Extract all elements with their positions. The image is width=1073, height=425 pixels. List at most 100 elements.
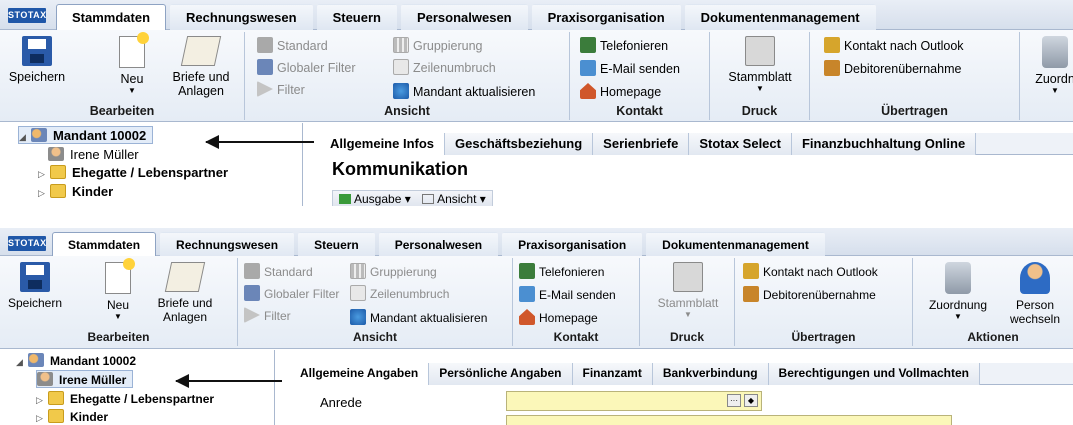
tab-stotax-select[interactable]: Stotax Select (689, 133, 792, 155)
group-aktionen: Zuordnung ▼ Person wechseln Aktionen (913, 258, 1073, 346)
printer-icon (673, 262, 703, 292)
outlook-button[interactable]: Kontakt nach Outlook (743, 262, 878, 282)
global-filter-button[interactable]: Globaler Filter (244, 284, 339, 304)
expand-arrow-icon[interactable]: ▷ (36, 391, 48, 409)
homepage-button[interactable]: Homepage (519, 308, 598, 328)
phone-button[interactable]: Telefonieren (580, 36, 668, 56)
new-button[interactable]: Neu ▼ (98, 258, 138, 322)
client-group-icon (31, 128, 47, 142)
salutation-field[interactable]: ··· ◆ (506, 391, 762, 411)
tab-stammdaten[interactable]: Stammdaten (56, 4, 167, 31)
zuordnung-button[interactable]: Zuordn ▼ (1030, 36, 1073, 96)
outlook-button[interactable]: Kontakt nach Outlook (824, 36, 964, 56)
refresh-client-button[interactable]: Mandant aktualisieren (350, 308, 487, 328)
global-filter-button[interactable]: Globaler Filter (257, 58, 356, 78)
ribbon: Speichern Neu ▼ Briefe und Anlagen Bearb… (0, 30, 1073, 122)
expand-arrow-icon[interactable]: ▷ (38, 165, 50, 183)
tab-rechnungswesen[interactable]: Rechnungswesen (170, 4, 313, 30)
filter-button[interactable]: Filter (244, 306, 291, 326)
line-wrap-button[interactable]: Zeilenumbruch (350, 284, 449, 304)
folder-icon (50, 184, 66, 198)
tree-item-client[interactable]: ◢ Mandant 10002 (16, 352, 136, 370)
group-label-bearbeiten: Bearbeiten (87, 330, 150, 344)
group-label-ansicht: Ansicht (352, 330, 397, 344)
grouping-button[interactable]: Gruppierung (350, 262, 437, 282)
tab-personalwesen[interactable]: Personalwesen (378, 232, 499, 258)
tab-persoenliche-angaben[interactable]: Persönliche Angaben (429, 363, 573, 385)
tab-serienbriefe[interactable]: Serienbriefe (593, 133, 690, 155)
stammblatt-button[interactable]: Stammblatt ▼ (722, 36, 798, 94)
home-icon (519, 309, 535, 325)
tree-item-person[interactable]: Irene Müller (36, 370, 134, 388)
tab-berechtigungen[interactable]: Berechtigungen und Vollmachten (768, 363, 980, 385)
switch-person-button[interactable]: Person wechseln (1005, 262, 1065, 326)
email-label: E-Mail senden (539, 288, 616, 302)
tab-allgemeine-angaben[interactable]: Allgemeine Angaben (290, 363, 430, 385)
email-icon (580, 60, 596, 76)
zuordnung-button[interactable]: Zuordnung ▼ (921, 262, 995, 322)
debitor-button[interactable]: Debitorenübernahme (743, 285, 876, 305)
new-button[interactable]: Neu ▼ (112, 32, 152, 96)
tab-bankverbindung[interactable]: Bankverbindung (652, 363, 769, 385)
expand-arrow-icon[interactable]: ▷ (36, 409, 48, 425)
expand-arrow-icon[interactable]: ◢ (16, 353, 28, 371)
homepage-button[interactable]: Homepage (580, 82, 661, 102)
tab-dokumentenmanagement[interactable]: Dokumentenmanagement (684, 4, 876, 30)
detail-tabs: Allgemeine Infos Geschäftsbeziehung Seri… (320, 133, 1073, 155)
line-wrap-button[interactable]: Zeilenumbruch (393, 58, 496, 78)
save-button[interactable]: Speichern (6, 262, 64, 310)
tab-rechnungswesen[interactable]: Rechnungswesen (160, 232, 295, 258)
ribbon-tabstrip: STOTAX Stammdaten Rechnungswesen Steuern… (0, 0, 1073, 31)
tab-praxisorganisation[interactable]: Praxisorganisation (531, 4, 681, 30)
group-label-kontakt: Kontakt (553, 330, 599, 344)
refresh-globe-icon (393, 83, 409, 99)
tab-steuern[interactable]: Steuern (316, 4, 397, 30)
next-field[interactable] (506, 415, 952, 425)
tree-item-children[interactable]: ▷ Kinder (36, 408, 108, 425)
folder-icon (48, 409, 64, 423)
tab-stammdaten[interactable]: Stammdaten (52, 232, 157, 259)
letter-icon (180, 36, 222, 66)
tab-finanzamt[interactable]: Finanzamt (572, 363, 653, 385)
line-wrap-icon (393, 59, 409, 75)
detail-pane: Allgemeine Angaben Persönliche Angaben F… (290, 363, 1073, 425)
section-title: Kommunikation (332, 159, 469, 179)
grouping-button[interactable]: Gruppierung (393, 36, 483, 56)
tree-item-person[interactable]: Irene Müller (48, 146, 139, 164)
filter-button[interactable]: Filter (257, 80, 305, 100)
tab-allgemeine-infos[interactable]: Allgemeine Infos (320, 133, 446, 155)
tab-personalwesen[interactable]: Personalwesen (400, 4, 528, 30)
expand-arrow-icon[interactable]: ◢ (19, 128, 31, 146)
tab-dokumentenmanagement[interactable]: Dokumentenmanagement (646, 232, 825, 258)
ellipsis-button[interactable]: ··· (727, 394, 741, 407)
client-group-icon (28, 353, 44, 367)
stammblatt-button[interactable]: Stammblatt ▼ (650, 262, 726, 320)
output-menu[interactable]: Ausgabe ▾ (354, 192, 411, 206)
email-button[interactable]: E-Mail senden (580, 59, 680, 79)
email-button[interactable]: E-Mail senden (519, 285, 616, 305)
tab-steuern[interactable]: Steuern (298, 232, 375, 258)
tree-item-children[interactable]: ▷ Kinder (38, 183, 113, 201)
save-button[interactable]: Speichern (8, 36, 66, 84)
tree-item-client[interactable]: ◢ Mandant 10002 (18, 126, 154, 146)
standard-button[interactable]: Standard (257, 36, 328, 56)
view-menu[interactable]: Ansicht ▾ (437, 192, 486, 206)
tab-finanzbuchhaltung-online[interactable]: Finanzbuchhaltung Online (791, 133, 977, 155)
phone-button[interactable]: Telefonieren (519, 262, 604, 282)
letters-button[interactable]: Briefe und Anlagen (162, 36, 240, 98)
standard-button[interactable]: Standard (244, 262, 313, 282)
tree-item-spouse[interactable]: ▷ Ehegatte / Lebenspartner (38, 164, 228, 182)
refresh-client-button[interactable]: Mandant aktualisieren (393, 82, 535, 102)
tree-client-label: Mandant 10002 (50, 354, 137, 368)
expand-arrow-icon[interactable]: ▷ (38, 184, 50, 202)
lookup-icon[interactable]: ◆ (744, 394, 758, 407)
debitor-button[interactable]: Debitorenübernahme (824, 59, 961, 79)
outlook-label: Kontakt nach Outlook (763, 265, 878, 279)
tab-geschaeftsbeziehung[interactable]: Geschäftsbeziehung (445, 133, 594, 155)
tree-item-spouse[interactable]: ▷ Ehegatte / Lebenspartner (36, 390, 214, 408)
chevron-down-icon: ▼ (684, 310, 692, 319)
letters-button[interactable]: Briefe und Anlagen (146, 262, 224, 324)
email-icon (519, 286, 535, 302)
tree-spouse-label: Ehegatte / Lebenspartner (72, 165, 229, 180)
tab-praxisorganisation[interactable]: Praxisorganisation (502, 232, 643, 258)
